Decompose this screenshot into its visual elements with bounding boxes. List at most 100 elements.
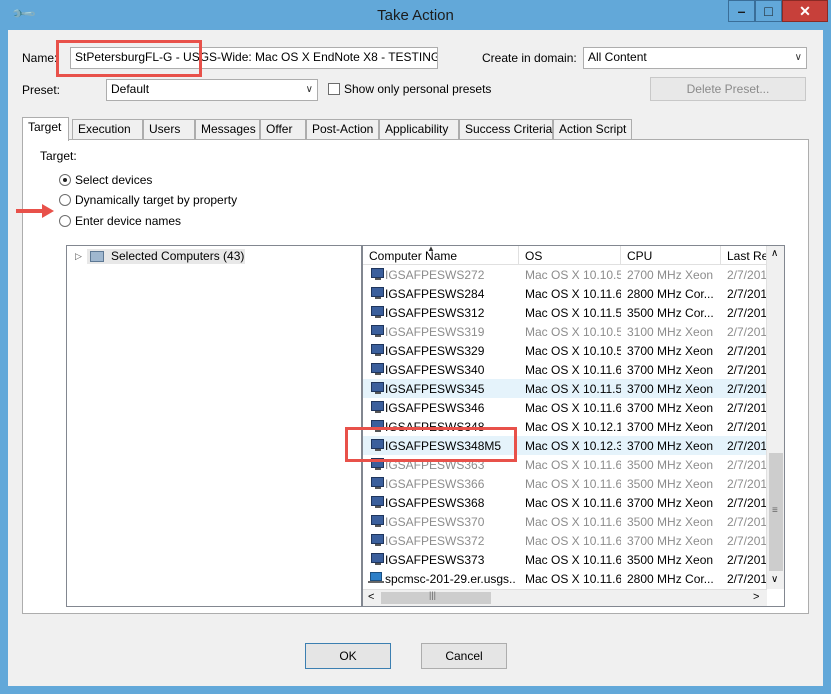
tab-success-criteria[interactable]: Success Criteria xyxy=(459,119,553,139)
cell-cpu: 3700 MHz Xeon xyxy=(627,382,714,396)
table-row[interactable]: IGSAFPESWS373 Mac OS X 10.11.6 3500 MHz Xe… xyxy=(363,550,767,569)
tab-users[interactable]: Users xyxy=(143,119,195,139)
tab-action-script[interactable]: Action Script xyxy=(553,119,632,139)
cell-os: Mac OS X 10.12.1 xyxy=(525,420,621,434)
title-bar[interactable]: 🔧 Take Action – □ ✕ xyxy=(8,0,828,30)
close-button[interactable]: ✕ xyxy=(782,0,828,22)
radio-enter-names-label: Enter device names xyxy=(75,214,182,228)
tab-execution[interactable]: Execution xyxy=(72,119,143,139)
delete-preset-button[interactable]: Delete Preset... xyxy=(650,77,806,101)
computer-icon xyxy=(371,363,384,375)
table-row[interactable]: IGSAFPESWS370 Mac OS X 10.11.6 3500 MHz Xe… xyxy=(363,512,767,531)
cell-cpu: 3500 MHz Xeon xyxy=(627,458,714,472)
cell-last: 2/7/201 xyxy=(727,420,767,434)
scroll-up-icon[interactable]: ∧ xyxy=(771,248,778,259)
computer-icon xyxy=(371,496,384,508)
scroll-left-icon[interactable]: < xyxy=(368,591,374,603)
computer-icon xyxy=(371,382,384,394)
radio-dynamic-target[interactable] xyxy=(59,194,71,206)
table-row[interactable]: spcmsc-201-29.er.usgs... Mac OS X 10.11.6… xyxy=(363,569,767,588)
vertical-scrollbar[interactable]: ∧ ≡ ∨ xyxy=(766,246,784,589)
tab-target[interactable]: Target xyxy=(22,117,69,141)
cell-last: 2/7/201 xyxy=(727,534,767,548)
hscroll-thumb[interactable]: ||| xyxy=(381,590,491,604)
column-header-last-report[interactable]: Last Rep xyxy=(721,246,767,265)
computer-list[interactable]: Computer Name ▲ OS CPU Last Rep IGSAFPES… xyxy=(362,245,785,607)
target-heading: Target: xyxy=(40,149,77,163)
cell-os: Mac OS X 10.11.6 xyxy=(525,534,621,548)
cell-cpu: 3700 MHz Xeon xyxy=(627,344,714,358)
radio-select-devices[interactable] xyxy=(59,174,71,186)
cell-name: IGSAFPESWS373 xyxy=(385,553,485,567)
cell-os: Mac OS X 10.11.5 xyxy=(525,382,621,396)
cell-last: 2/7/201 xyxy=(727,363,767,377)
table-row[interactable]: IGSAFPESWS345 Mac OS X 10.11.5 3700 MHz Xe… xyxy=(363,379,767,398)
domain-select[interactable]: All Content ∨ xyxy=(583,47,807,69)
cell-name: IGSAFPESWS346 xyxy=(385,401,485,415)
computer-icon xyxy=(371,515,384,527)
column-header-cpu[interactable]: CPU xyxy=(621,246,721,265)
computer-group-icon xyxy=(90,251,104,262)
cell-cpu: 3700 MHz Xeon xyxy=(627,496,714,510)
radio-enter-names[interactable] xyxy=(59,215,71,227)
scroll-down-icon[interactable]: ∨ xyxy=(771,574,778,585)
scroll-right-icon[interactable]: > xyxy=(753,591,759,603)
column-header-os[interactable]: OS xyxy=(519,246,621,265)
horizontal-scrollbar[interactable]: < ||| > xyxy=(363,589,767,606)
cell-os: Mac OS X 10.11.6 xyxy=(525,515,621,529)
cell-last: 2/7/201 xyxy=(727,572,767,586)
cell-cpu: 3700 MHz Xeon xyxy=(627,401,714,415)
chevron-down-icon: ∨ xyxy=(305,84,313,95)
chevron-down-icon: ∨ xyxy=(794,52,802,63)
cell-os: Mac OS X 10.11.6 xyxy=(525,477,621,491)
cell-name: IGSAFPESWS366 xyxy=(385,477,485,491)
column-header-computer-name[interactable]: Computer Name xyxy=(363,246,519,265)
dialog-body: Name: StPetersburgFL-G - USGS-Wide: Mac … xyxy=(8,30,823,686)
cell-name: IGSAFPESWS370 xyxy=(385,515,485,529)
table-row[interactable]: IGSAFPESWS368 Mac OS X 10.11.6 3700 MHz Xe… xyxy=(363,493,767,512)
table-row[interactable]: IGSAFPESWS340 Mac OS X 10.11.6 3700 MHz Xe… xyxy=(363,360,767,379)
preset-select-value: Default xyxy=(111,82,150,96)
cell-os: Mac OS X 10.12.3 xyxy=(525,439,621,453)
table-row[interactable]: IGSAFPESWS372 Mac OS X 10.11.6 3700 MHz Xe… xyxy=(363,531,767,550)
column-header-label: Computer Name xyxy=(369,249,458,263)
cell-name: IGSAFPESWS329 xyxy=(385,344,485,358)
tab-offer[interactable]: Offer xyxy=(260,119,306,139)
expand-arrow-icon[interactable]: ▷ xyxy=(75,251,82,262)
cell-last: 2/7/201 xyxy=(727,515,767,529)
preset-label: Preset: xyxy=(22,83,61,97)
tab-post-action[interactable]: Post-Action xyxy=(306,119,379,139)
column-header-label: Last Rep xyxy=(727,249,766,263)
ok-button[interactable]: OK xyxy=(305,643,391,669)
cell-last: 2/7/201 xyxy=(727,268,767,282)
highlight-box-name xyxy=(56,40,202,77)
maximize-button[interactable]: □ xyxy=(755,0,782,22)
cell-cpu: 3500 MHz Xeon xyxy=(627,477,714,491)
cell-last: 2/7/201 xyxy=(727,401,767,415)
personal-presets-checkbox[interactable] xyxy=(328,83,340,95)
name-label: Name: xyxy=(22,51,58,65)
table-row[interactable]: IGSAFPESWS346 Mac OS X 10.11.6 3700 MHz Xe… xyxy=(363,398,767,417)
cell-os: Mac OS X 10.11.6 xyxy=(525,496,621,510)
computer-icon xyxy=(371,477,384,489)
tab-messages[interactable]: Messages xyxy=(195,119,260,139)
cell-os: Mac OS X 10.10.5 xyxy=(525,344,621,358)
table-row[interactable]: IGSAFPESWS319 Mac OS X 10.10.5 3100 MHz Xe… xyxy=(363,322,767,341)
cell-last: 2/7/201 xyxy=(727,553,767,567)
column-header-label: OS xyxy=(525,249,543,263)
cell-name: spcmsc-201-29.er.usgs... xyxy=(385,572,515,586)
sort-ascending-icon: ▲ xyxy=(427,245,435,253)
table-row[interactable]: IGSAFPESWS272 Mac OS X 10.10.5 2700 MHz Xe… xyxy=(363,265,767,284)
tree-root-item[interactable]: Selected Computers (43) xyxy=(87,249,245,264)
cell-os: Mac OS X 10.10.5 xyxy=(525,325,621,339)
table-row[interactable]: IGSAFPESWS312 Mac OS X 10.11.5 3500 MHz Co… xyxy=(363,303,767,322)
preset-select[interactable]: Default ∨ xyxy=(106,79,318,101)
computer-tree[interactable]: ▷ Selected Computers (43) xyxy=(66,245,362,607)
scroll-thumb[interactable]: ≡ xyxy=(769,453,783,571)
table-row[interactable]: IGSAFPESWS366 Mac OS X 10.11.6 3500 MHz Xe… xyxy=(363,474,767,493)
table-row[interactable]: IGSAFPESWS284 Mac OS X 10.11.6 2800 MHz Co… xyxy=(363,284,767,303)
tab-applicability[interactable]: Applicability xyxy=(379,119,459,139)
table-row[interactable]: IGSAFPESWS329 Mac OS X 10.10.5 3700 MHz Xe… xyxy=(363,341,767,360)
cancel-button[interactable]: Cancel xyxy=(421,643,507,669)
minimize-button[interactable]: – xyxy=(728,0,755,22)
